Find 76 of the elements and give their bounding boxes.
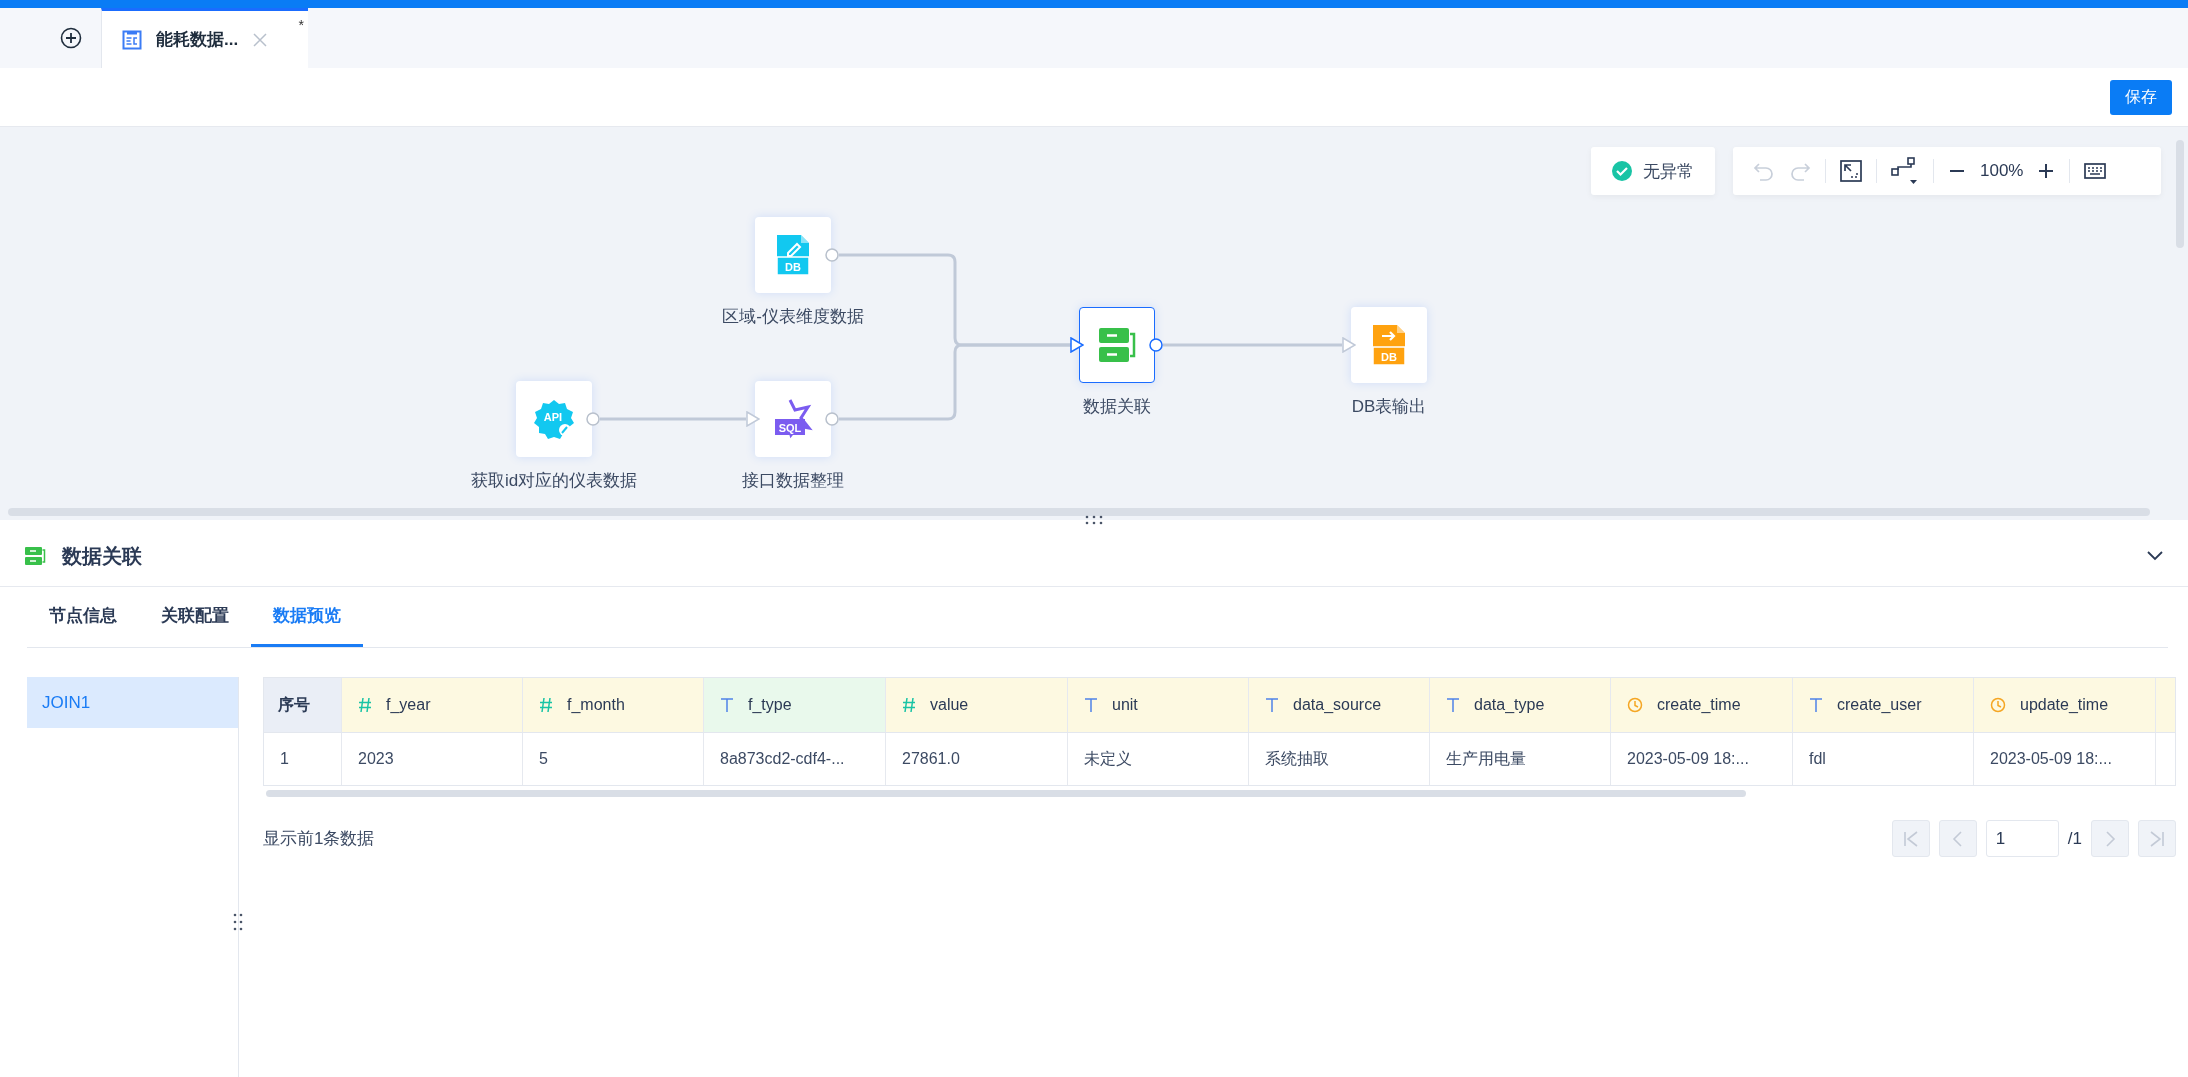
- column-name: data_source: [1293, 696, 1382, 714]
- add-tab-icon[interactable]: [59, 27, 82, 49]
- panel-title: 数据关联: [62, 543, 142, 569]
- join-icon: [24, 546, 46, 566]
- zoom-level: 100%: [1980, 161, 2024, 181]
- clock-icon: [1627, 697, 1643, 713]
- table-cell: 1: [264, 733, 342, 785]
- column-name: create_user: [1837, 696, 1922, 714]
- column-name: unit: [1112, 696, 1138, 714]
- input-port-icon[interactable]: [1342, 337, 1356, 353]
- redo-icon[interactable]: [1789, 161, 1811, 181]
- table-cell: 2023-05-09 18:...: [1611, 733, 1793, 785]
- table-cell: 系统抽取: [1249, 733, 1430, 785]
- table-cell: 2023: [342, 733, 523, 785]
- output-port-icon[interactable]: [1149, 338, 1163, 352]
- document-tab[interactable]: 能耗数据... *: [101, 8, 308, 68]
- drag-handle-icon[interactable]: [1084, 514, 1104, 526]
- text-type-icon: [1446, 697, 1460, 713]
- flow-node[interactable]: [1079, 307, 1155, 383]
- table-cell: 2023-05-09 18:...: [1974, 733, 2156, 785]
- input-port-icon[interactable]: [746, 411, 760, 427]
- column-name: create_time: [1657, 696, 1741, 714]
- scrollbar[interactable]: [266, 790, 1746, 797]
- column-name: 序号: [278, 694, 310, 715]
- collapse-chevron-icon[interactable]: [2146, 550, 2164, 562]
- number-type-icon: [539, 697, 553, 713]
- node-label: 区域-仪表维度数据: [722, 306, 864, 328]
- zoom-in-icon[interactable]: [2037, 162, 2056, 180]
- fit-view-icon[interactable]: [1840, 160, 1862, 182]
- api-icon: API: [532, 397, 576, 441]
- clock-icon: [1990, 697, 2006, 713]
- table-cell: 27861.0: [886, 733, 1068, 785]
- column-name: value: [930, 696, 969, 714]
- column-name: f_year: [386, 696, 431, 714]
- status-text: 无异常: [1643, 160, 1694, 183]
- table-cell: 未定义: [1068, 733, 1249, 785]
- node-label: 接口数据整理: [742, 470, 844, 492]
- scrollbar[interactable]: [8, 508, 2150, 516]
- panel-tab[interactable]: 关联配置: [139, 587, 251, 647]
- input-port-icon[interactable]: [1070, 337, 1084, 353]
- node-label: DB表输出: [1351, 396, 1427, 418]
- text-type-icon: [1265, 697, 1279, 713]
- column-name: f_month: [567, 696, 625, 714]
- connector-style-icon[interactable]: [1891, 156, 1919, 186]
- modified-mark: *: [298, 17, 304, 33]
- keyboard-icon[interactable]: [2084, 162, 2107, 180]
- column-name: f_type: [748, 696, 792, 714]
- document-icon: [122, 29, 142, 50]
- node-label: 数据关联: [1083, 396, 1151, 418]
- number-type-icon: [902, 697, 916, 713]
- number-type-icon: [358, 697, 372, 713]
- undo-icon[interactable]: [1753, 161, 1775, 181]
- flow-node[interactable]: SQL: [755, 381, 831, 457]
- check-icon: [1611, 160, 1633, 182]
- panel-tab[interactable]: 节点信息: [27, 587, 139, 647]
- page-number-field[interactable]: 1: [1985, 820, 2059, 857]
- page-total: /1: [2067, 828, 2082, 849]
- column-name: data_type: [1474, 696, 1545, 714]
- row-count-text: 显示前1条数据: [263, 828, 375, 850]
- text-type-icon: [1809, 697, 1823, 713]
- text-type-icon: [720, 697, 734, 713]
- table-cell: 5: [523, 733, 704, 785]
- last-page-icon: [2148, 829, 2166, 848]
- close-icon[interactable]: [252, 31, 269, 48]
- join-icon: [1097, 326, 1137, 364]
- table-cell: 生产用电量: [1430, 733, 1611, 785]
- drag-handle-icon[interactable]: [233, 912, 243, 932]
- node-label: 获取id对应的仪表数据: [470, 470, 638, 492]
- column-name: update_time: [2020, 696, 2109, 714]
- table-cell: fdl: [1793, 733, 1974, 785]
- first-page-icon: [1901, 829, 1920, 848]
- text-type-icon: [1084, 697, 1098, 713]
- source-item[interactable]: JOIN1: [27, 677, 238, 728]
- table-cell: 8a873cd2-cdf4-...: [704, 733, 886, 785]
- panel-tab[interactable]: 数据预览: [251, 587, 363, 647]
- save-button[interactable]: 保存: [2110, 79, 2172, 115]
